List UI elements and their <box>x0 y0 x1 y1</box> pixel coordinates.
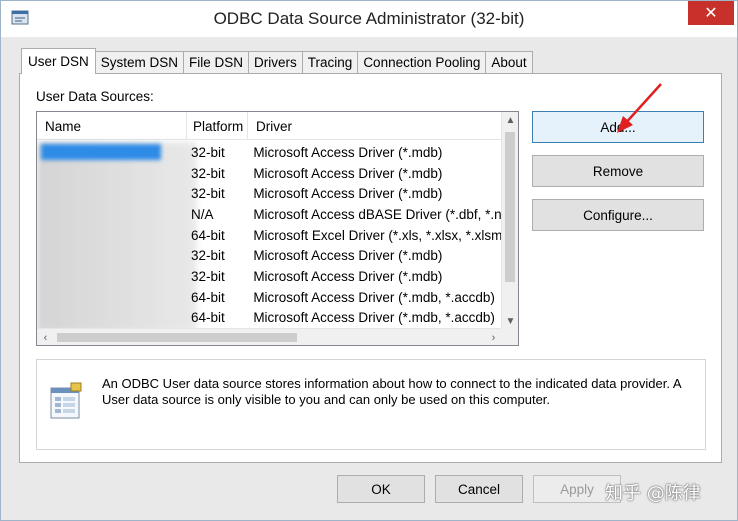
dsn-name <box>37 142 185 163</box>
tab-connection-pooling[interactable]: Connection Pooling <box>357 51 487 73</box>
list-item[interactable]: 64-bit Microsoft Access Driver (*.mdb, *… <box>37 308 502 329</box>
list-item[interactable]: N/A Microsoft Access dBASE Driver (*.dbf… <box>37 204 502 225</box>
title-bar[interactable]: ODBC Data Source Administrator (32-bit) … <box>1 1 737 37</box>
scroll-right-arrow-icon[interactable]: › <box>485 329 502 345</box>
column-header-name[interactable]: Name <box>37 112 187 140</box>
tab-strip: User DSN System DSN File DSN Drivers Tra… <box>21 48 533 74</box>
dsn-name <box>37 225 185 246</box>
user-dsn-panel: User Data Sources: Name Platform Driver … <box>19 73 722 463</box>
vertical-scroll-thumb[interactable] <box>505 132 515 282</box>
list-item[interactable]: 32-bit Microsoft Access Driver (*.mdb) <box>37 266 502 287</box>
dsn-name <box>37 163 185 184</box>
tab-drivers[interactable]: Drivers <box>248 51 303 73</box>
dsn-driver: Microsoft Access Driver (*.mdb) <box>253 144 443 160</box>
scroll-left-arrow-icon[interactable]: ‹ <box>37 329 54 345</box>
watermark: 知乎 @陈律 <box>605 483 701 504</box>
dsn-name <box>37 308 185 329</box>
dsn-platform: 32-bit <box>191 268 225 284</box>
dsn-driver: Microsoft Access Driver (*.mdb) <box>253 248 443 264</box>
tab-system-dsn[interactable]: System DSN <box>94 51 185 73</box>
dsn-platform: 32-bit <box>191 165 225 181</box>
info-box: An ODBC User data source stores informat… <box>36 359 706 450</box>
user-data-sources-label: User Data Sources: <box>36 89 154 104</box>
add-button[interactable]: Add... <box>532 111 704 143</box>
cancel-button[interactable]: Cancel <box>435 475 523 503</box>
tab-user-dsn[interactable]: User DSN <box>21 48 96 74</box>
dsn-driver: Microsoft Access Driver (*.mdb) <box>253 165 443 181</box>
configure-button[interactable]: Configure... <box>532 199 704 231</box>
close-button[interactable]: ✕ <box>688 1 734 25</box>
list-item[interactable]: 32-bit Microsoft Access Driver (*.mdb) <box>37 183 502 204</box>
list-body: 32-bit Microsoft Access Driver (*.mdb) 3… <box>37 142 502 330</box>
odbc-window: ODBC Data Source Administrator (32-bit) … <box>0 0 738 521</box>
list-item[interactable]: 32-bit Microsoft Access Driver (*.mdb) <box>37 163 502 184</box>
dsn-name <box>37 245 185 266</box>
dsn-name <box>37 287 185 308</box>
dsn-driver: Microsoft Access Driver (*.mdb) <box>253 186 443 202</box>
list-item[interactable]: 32-bit Microsoft Access Driver (*.mdb) <box>37 142 502 163</box>
dsn-driver: Microsoft Access Driver (*.mdb) <box>253 268 443 284</box>
scroll-up-arrow-icon[interactable]: ▲ <box>502 112 518 129</box>
dsn-name <box>37 204 185 225</box>
close-icon: ✕ <box>704 5 718 22</box>
dsn-platform: 32-bit <box>191 186 225 202</box>
list-item[interactable]: 32-bit Microsoft Access Driver (*.mdb) <box>37 245 502 266</box>
horizontal-scroll-thumb[interactable] <box>57 333 297 342</box>
tab-file-dsn[interactable]: File DSN <box>183 51 250 73</box>
dsn-platform: 64-bit <box>191 289 225 305</box>
list-header: Name Platform Driver <box>37 112 502 140</box>
dsn-platform: N/A <box>191 206 214 222</box>
dsn-name <box>37 183 185 204</box>
horizontal-scrollbar[interactable]: ‹ › <box>37 328 502 345</box>
dsn-platform: 32-bit <box>191 144 225 160</box>
column-header-platform[interactable]: Platform <box>187 112 248 140</box>
remove-button[interactable]: Remove <box>532 155 704 187</box>
dsn-name <box>37 266 185 287</box>
info-description: An ODBC User data source stores informat… <box>102 376 681 407</box>
dsn-driver: Microsoft Access Driver (*.mdb, *.accdb) <box>253 310 495 326</box>
vertical-scrollbar[interactable]: ▲ ▼ <box>501 112 518 330</box>
dsn-platform: 64-bit <box>191 227 225 243</box>
tab-about[interactable]: About <box>485 51 533 73</box>
scroll-corner <box>501 328 518 345</box>
ok-button[interactable]: OK <box>337 475 425 503</box>
data-source-info-icon <box>50 382 82 419</box>
window-title: ODBC Data Source Administrator (32-bit) <box>213 9 525 28</box>
column-header-driver[interactable]: Driver <box>248 112 502 140</box>
dsn-driver: Microsoft Access Driver (*.mdb, *.accdb) <box>253 289 495 305</box>
dsn-driver: Microsoft Access dBASE Driver (*.dbf, *.… <box>253 206 502 222</box>
list-item[interactable]: 64-bit Microsoft Access Driver (*.mdb, *… <box>37 287 502 308</box>
dsn-platform: 32-bit <box>191 248 225 264</box>
dsn-platform: 64-bit <box>191 310 225 326</box>
data-sources-list[interactable]: Name Platform Driver 32-bit Microsoft Ac… <box>36 111 519 346</box>
tab-tracing[interactable]: Tracing <box>301 51 359 73</box>
list-item[interactable]: 64-bit Microsoft Excel Driver (*.xls, *.… <box>37 225 502 246</box>
dsn-driver: Microsoft Excel Driver (*.xls, *.xlsx, *… <box>253 227 502 243</box>
